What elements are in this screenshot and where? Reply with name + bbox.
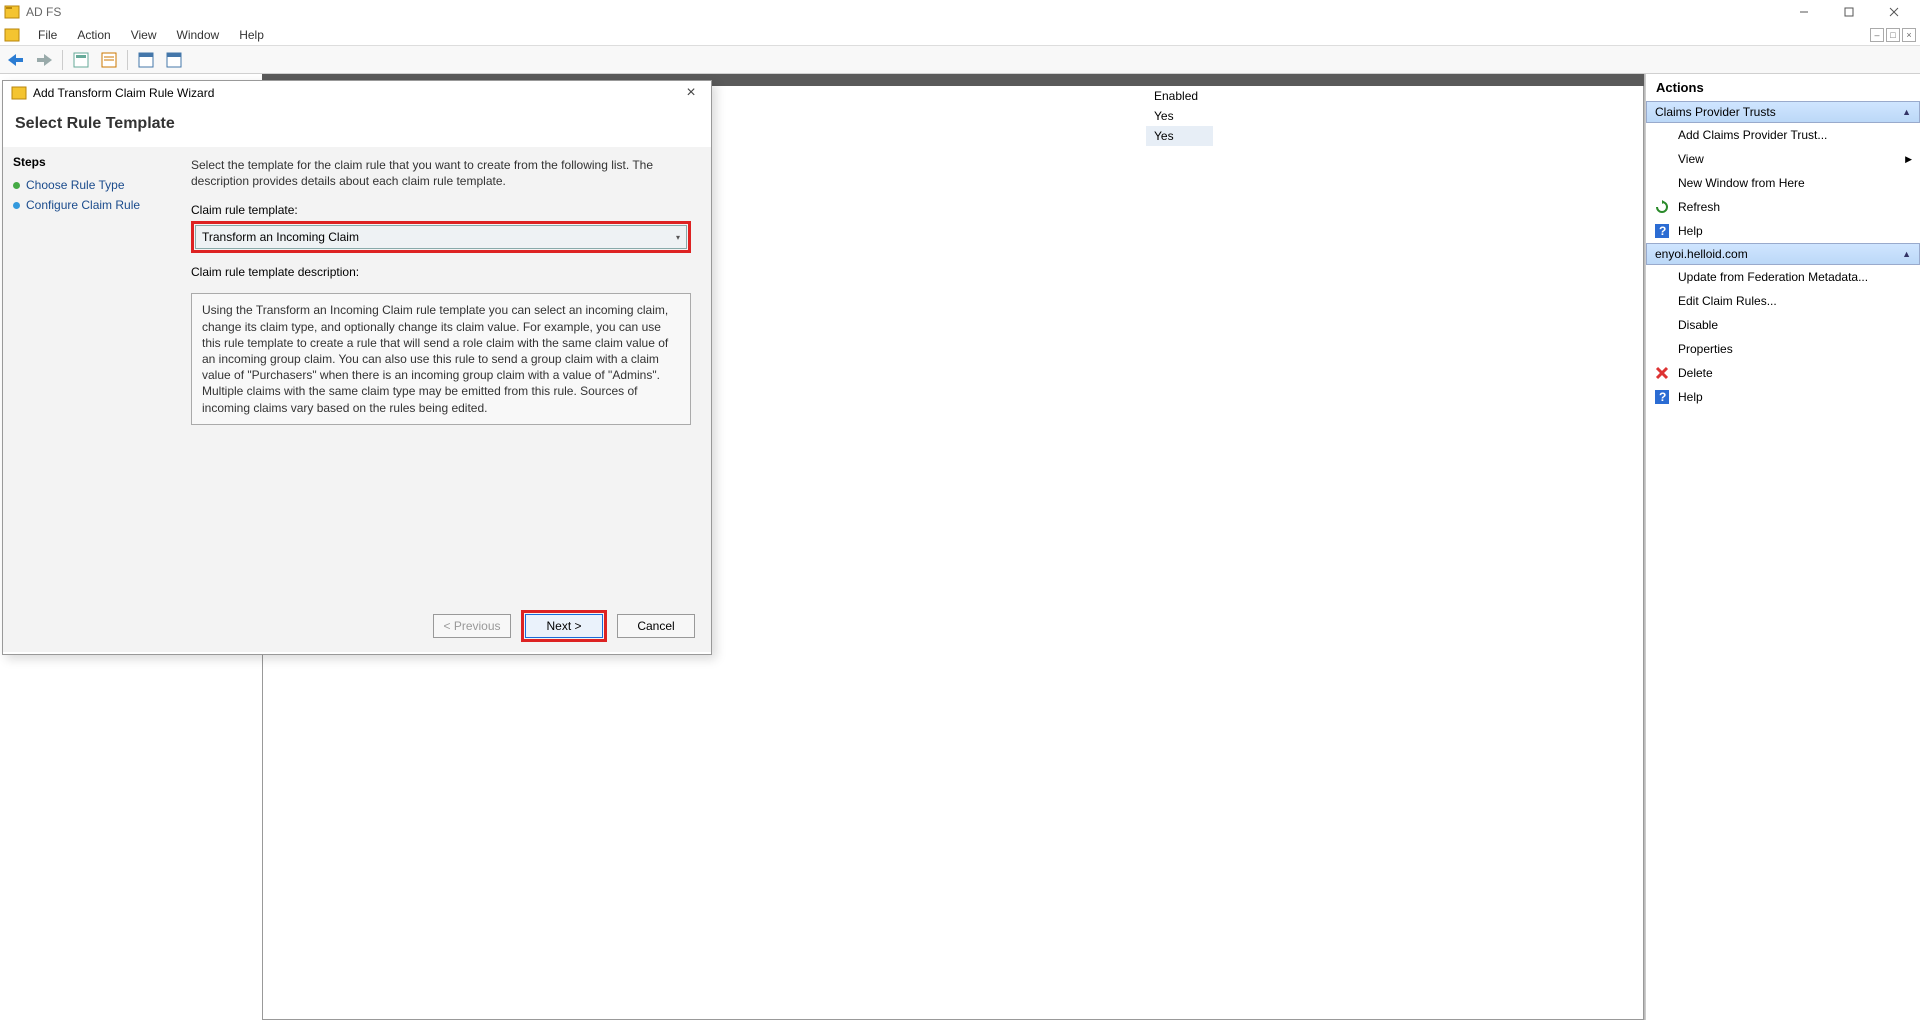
submenu-arrow-icon: ▶ [1905, 154, 1912, 165]
toolbar-separator [127, 50, 128, 70]
window-title: AD FS [26, 5, 61, 19]
maximize-button[interactable] [1826, 1, 1871, 23]
close-button[interactable] [1871, 1, 1916, 23]
wizard-content: Select the template for the claim rule t… [175, 147, 711, 652]
toolbar-separator [62, 50, 63, 70]
wizard-dialog: Add Transform Claim Rule Wizard × Select… [2, 80, 712, 655]
nav-forward-button[interactable] [32, 49, 56, 71]
minimize-button[interactable] [1781, 1, 1826, 23]
menu-view[interactable]: View [121, 26, 167, 44]
app-icon-small [4, 27, 20, 43]
nav-back-button[interactable] [4, 49, 28, 71]
cancel-button[interactable]: Cancel [617, 614, 695, 638]
toolbar-btn-4[interactable] [162, 49, 186, 71]
menu-window[interactable]: Window [167, 26, 230, 44]
action-view[interactable]: View▶ [1646, 147, 1920, 171]
menubar: File Action View Window Help – □ × [0, 24, 1920, 46]
action-delete[interactable]: Delete [1646, 361, 1920, 385]
help-icon: ? [1654, 223, 1670, 239]
list-row[interactable]: Yes [1146, 126, 1213, 146]
next-button[interactable]: Next > [525, 614, 603, 638]
window-titlebar: AD FS [0, 0, 1920, 24]
combo-label: Claim rule template: [191, 203, 691, 217]
action-new-window[interactable]: New Window from Here [1646, 171, 1920, 195]
wizard-icon [11, 85, 27, 101]
wizard-titlebar: Add Transform Claim Rule Wizard × [3, 81, 711, 105]
wizard-close-button[interactable]: × [679, 84, 703, 102]
action-refresh[interactable]: Refresh [1646, 195, 1920, 219]
desc-label: Claim rule template description: [191, 265, 691, 279]
action-update-metadata[interactable]: Update from Federation Metadata... [1646, 265, 1920, 289]
previous-button: < Previous [433, 614, 511, 638]
toolbar-btn-2[interactable] [97, 49, 121, 71]
toolbar [0, 46, 1920, 74]
step-dot-icon [13, 202, 20, 209]
next-button-highlight: Next > [521, 610, 607, 642]
steps-title: Steps [13, 155, 165, 169]
wizard-steps-pane: Steps Choose Rule Type Configure Claim R… [3, 147, 175, 652]
claim-rule-template-select[interactable]: Transform an Incoming Claim ▾ [195, 225, 687, 249]
wizard-instruction: Select the template for the claim rule t… [191, 157, 691, 189]
combo-highlight: Transform an Incoming Claim ▾ [191, 221, 691, 253]
svg-text:?: ? [1659, 224, 1666, 238]
actions-section-label: Claims Provider Trusts [1655, 105, 1776, 119]
app-icon [4, 4, 20, 20]
action-help[interactable]: ?Help [1646, 385, 1920, 409]
main-list: Enabled Yes Yes [1146, 86, 1213, 146]
mdi-restore[interactable]: □ [1886, 28, 1900, 42]
actions-section-claims-provider-trusts[interactable]: Claims Provider Trusts ▲ [1646, 101, 1920, 123]
refresh-icon [1654, 199, 1670, 215]
actions-section-label: enyoi.helloid.com [1655, 247, 1748, 261]
collapse-icon: ▲ [1902, 107, 1911, 117]
combo-value: Transform an Incoming Claim [202, 230, 359, 244]
actions-pane: Actions Claims Provider Trusts ▲ Add Cla… [1645, 74, 1920, 1020]
delete-icon [1654, 365, 1670, 381]
toolbar-btn-1[interactable] [69, 49, 93, 71]
menu-action[interactable]: Action [67, 26, 120, 44]
column-header-enabled[interactable]: Enabled [1146, 86, 1213, 106]
mdi-controls: – □ × [1870, 28, 1916, 42]
menu-help[interactable]: Help [229, 26, 274, 44]
chevron-down-icon: ▾ [676, 233, 680, 242]
collapse-icon: ▲ [1902, 249, 1911, 259]
wizard-page-header: Select Rule Template [3, 105, 711, 147]
action-help[interactable]: ?Help [1646, 219, 1920, 243]
mdi-close[interactable]: × [1902, 28, 1916, 42]
action-edit-claim-rules[interactable]: Edit Claim Rules... [1646, 289, 1920, 313]
step-choose-rule-type[interactable]: Choose Rule Type [13, 175, 165, 195]
action-disable[interactable]: Disable [1646, 313, 1920, 337]
step-dot-icon [13, 182, 20, 189]
actions-title: Actions [1646, 74, 1920, 101]
mdi-minimize[interactable]: – [1870, 28, 1884, 42]
actions-section-selected-trust[interactable]: enyoi.helloid.com ▲ [1646, 243, 1920, 265]
help-icon: ? [1654, 389, 1670, 405]
menu-file[interactable]: File [28, 26, 67, 44]
action-add-claims-provider-trust[interactable]: Add Claims Provider Trust... [1646, 123, 1920, 147]
list-row[interactable]: Yes [1146, 106, 1213, 126]
action-properties[interactable]: Properties [1646, 337, 1920, 361]
toolbar-btn-3[interactable] [134, 49, 158, 71]
template-description: Using the Transform an Incoming Claim ru… [191, 293, 691, 424]
step-configure-claim-rule[interactable]: Configure Claim Rule [13, 195, 165, 215]
svg-text:?: ? [1659, 390, 1666, 404]
wizard-title-text: Add Transform Claim Rule Wizard [33, 86, 214, 100]
